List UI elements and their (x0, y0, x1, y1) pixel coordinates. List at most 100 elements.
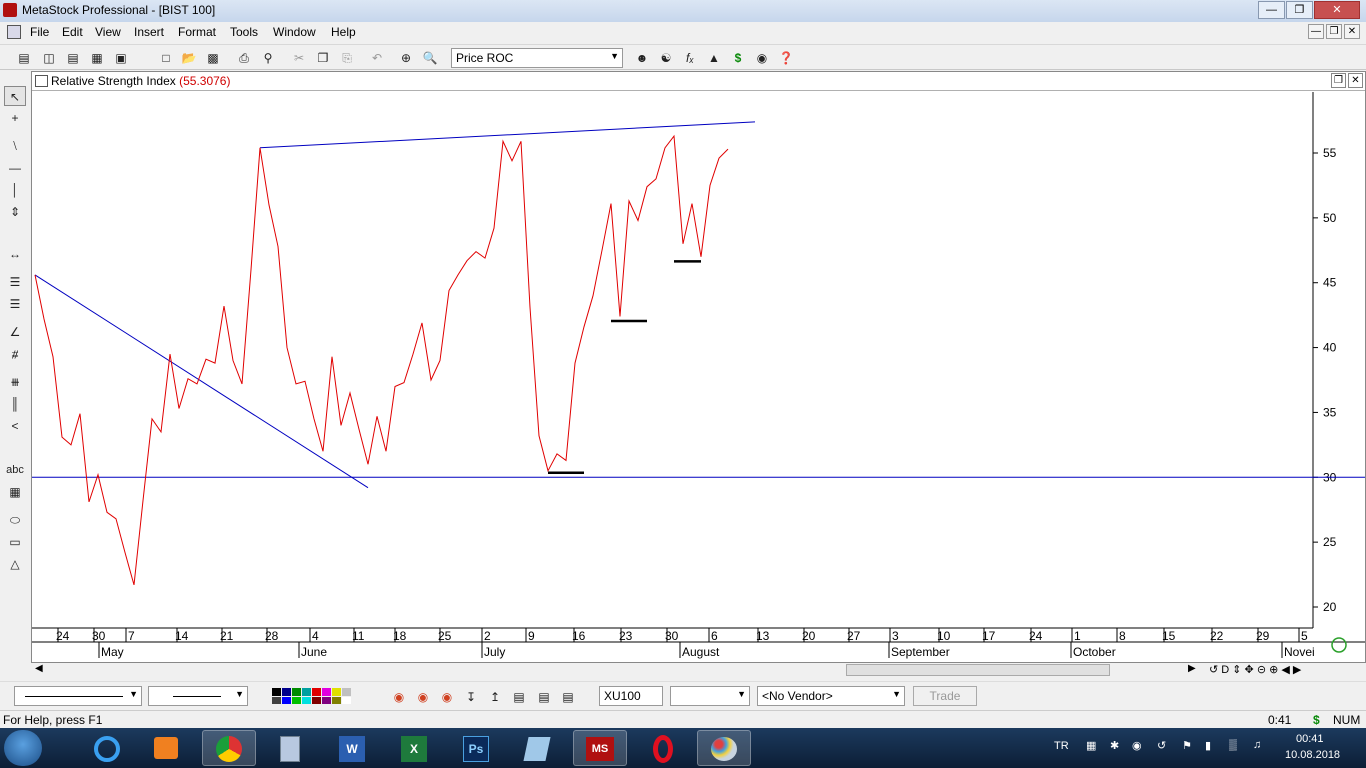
photoshop-taskbar-button[interactable]: Ps (449, 730, 503, 766)
metastock-taskbar-button[interactable]: MS (573, 730, 627, 766)
chrome-link-icon[interactable]: ◉ (438, 688, 456, 706)
window-icon[interactable]: ▤ (535, 688, 553, 706)
mdi-minimize-button[interactable]: — (1308, 24, 1324, 39)
flag-icon[interactable]: ⚑ (1182, 739, 1192, 752)
color-palette[interactable] (272, 688, 354, 704)
trade-button[interactable]: Trade (913, 686, 977, 706)
menu-help[interactable]: Help (331, 25, 356, 39)
print-icon[interactable]: ⎙ (235, 49, 253, 67)
calculator-taskbar-button[interactable] (263, 730, 317, 766)
print-preview-icon[interactable]: ⚲ (259, 49, 277, 67)
speed-lines-icon[interactable]: ⇕ (4, 202, 26, 222)
window-icon[interactable]: ▤ (559, 688, 577, 706)
vendor-select[interactable]: <No Vendor> ▼ (757, 686, 905, 706)
clock-date[interactable]: 10.08.2018 (1285, 749, 1340, 761)
indicator-select[interactable]: Price ROC ▼ (451, 48, 623, 68)
menu-edit[interactable]: Edit (62, 25, 83, 39)
menu-insert[interactable]: Insert (134, 25, 164, 39)
menu-view[interactable]: View (95, 25, 121, 39)
tile-vertical-icon[interactable]: ◫ (40, 49, 58, 67)
horizontal-line-tool-icon[interactable]: — (4, 158, 26, 178)
copy-icon[interactable]: ❐ (314, 49, 332, 67)
close-button[interactable]: ✕ (1314, 1, 1360, 19)
cycle-lines-icon[interactable]: ↔ (4, 244, 26, 264)
undo-icon[interactable]: ↶ (368, 49, 386, 67)
excel-taskbar-button[interactable]: X (387, 730, 441, 766)
line-style-select[interactable]: ▼ (14, 686, 142, 706)
template-icon[interactable]: ▣ (112, 49, 130, 67)
help-pointer-icon[interactable]: ❓ (777, 49, 795, 67)
chrome-taskbar-button[interactable] (202, 730, 256, 766)
security-icon[interactable]: ◉ (1132, 739, 1142, 752)
word-taskbar-button[interactable]: W (325, 730, 379, 766)
chart-window[interactable]: Relative Strength Index (55.3076) ❐ ✕ 55… (31, 71, 1366, 663)
line-weight-select[interactable]: ▼ (148, 686, 248, 706)
menu-tools[interactable]: Tools (230, 25, 258, 39)
grid-tool-icon[interactable]: ▦ (4, 482, 26, 502)
maximize-button[interactable]: ❐ (1286, 1, 1313, 19)
notes-taskbar-button[interactable] (510, 730, 564, 766)
fan-lines-icon[interactable]: ∠ (4, 322, 26, 342)
upload-icon[interactable]: ↥ (486, 688, 504, 706)
tile-grid-icon[interactable]: ▦ (88, 49, 106, 67)
ie-taskbar-button[interactable] (80, 730, 134, 766)
signal-icon[interactable]: ▒ (1229, 739, 1237, 751)
menu-file[interactable]: File (30, 25, 49, 39)
new-file-icon[interactable]: □ (157, 49, 175, 67)
parallel-lines-icon[interactable]: ⧻ (4, 372, 26, 392)
data-source-select[interactable]: ▼ (670, 686, 750, 706)
explorer-icon[interactable]: ☯ (657, 49, 675, 67)
crosshair-icon[interactable]: ⊕ (397, 49, 415, 67)
vertical-line-tool-icon[interactable]: │ (4, 180, 26, 200)
text-tool-icon[interactable]: abc (4, 460, 26, 480)
period-icon[interactable]: ↺ D ⇕ ✥ ⊝ ⊕ ◀ ▶ (1209, 663, 1301, 676)
zoom-icon[interactable]: 🔍 (421, 49, 439, 67)
network-icon[interactable]: ▦ (1086, 739, 1096, 752)
scroll-left-icon[interactable]: ◀ (35, 663, 43, 674)
mdi-restore-button[interactable]: ❐ (1326, 24, 1342, 39)
start-button[interactable] (4, 730, 42, 766)
chrome-link-icon[interactable]: ◉ (414, 688, 432, 706)
rsi-chart[interactable]: 555045403530252024 30 7 14 21 28 4 11 18 25 2 9 16 23… (32, 72, 1365, 662)
gann-fan-icon[interactable]: ⧥ (4, 344, 26, 364)
scrollbar-thumb[interactable] (846, 664, 1110, 676)
dollar-icon[interactable]: $ (729, 49, 747, 67)
trendline-tool-icon[interactable]: ⧵ (4, 136, 26, 156)
bluetooth-icon[interactable]: ✱ (1110, 739, 1119, 752)
function-icon[interactable]: fₓ (681, 49, 699, 67)
tile-horizontal-icon[interactable]: ▤ (64, 49, 82, 67)
mdi-close-button[interactable]: ✕ (1344, 24, 1360, 39)
paint-taskbar-button[interactable] (697, 730, 751, 766)
binoculars-icon[interactable]: ◉ (753, 49, 771, 67)
paste-icon[interactable]: ⎘ (338, 49, 356, 67)
ellipse-tool-icon[interactable]: ⬭ (4, 510, 26, 530)
clock-time[interactable]: 00:41 (1296, 733, 1324, 745)
menu-window[interactable]: Window (273, 25, 316, 39)
menu-format[interactable]: Format (178, 25, 216, 39)
open-folder-icon[interactable]: 📂 (180, 49, 198, 67)
fibonacci-levels-icon[interactable]: ☰ (4, 294, 26, 314)
media-player-taskbar-button[interactable] (139, 730, 193, 766)
triangle-tool-icon[interactable]: △ (4, 554, 26, 574)
download-icon[interactable]: ↧ (462, 688, 480, 706)
scroll-right-icon[interactable]: ▶ (1188, 663, 1196, 674)
arc-tool-icon[interactable]: < (4, 416, 26, 436)
cut-icon[interactable]: ✂ (290, 49, 308, 67)
language-indicator[interactable]: TR (1054, 740, 1069, 752)
chrome-link-icon[interactable]: ◉ (390, 688, 408, 706)
save-icon[interactable]: ▩ (204, 49, 222, 67)
window-icon[interactable]: ▤ (510, 688, 528, 706)
expert-advisor-icon[interactable]: ☻ (633, 49, 651, 67)
opera-taskbar-button[interactable] (636, 730, 690, 766)
layout-icon[interactable]: ▤ (15, 49, 33, 67)
pointer-icon[interactable]: ↖ (4, 86, 26, 106)
crosshair-tool-icon[interactable]: + (4, 108, 26, 128)
chart-scrollbar[interactable]: ◀ ▶ ↺ D ⇕ ✥ ⊝ ⊕ ◀ ▶ (31, 663, 1366, 677)
system-tester-icon[interactable]: ▲ (705, 49, 723, 67)
battery-icon[interactable]: ▮ (1205, 739, 1211, 752)
volume-icon[interactable]: ♫ (1253, 739, 1261, 751)
sync-icon[interactable]: ↺ (1157, 739, 1166, 752)
symbol-input[interactable]: XU100 (599, 686, 663, 706)
minimize-button[interactable]: — (1258, 1, 1285, 19)
fibonacci-retracement-icon[interactable]: ☰ (4, 272, 26, 292)
